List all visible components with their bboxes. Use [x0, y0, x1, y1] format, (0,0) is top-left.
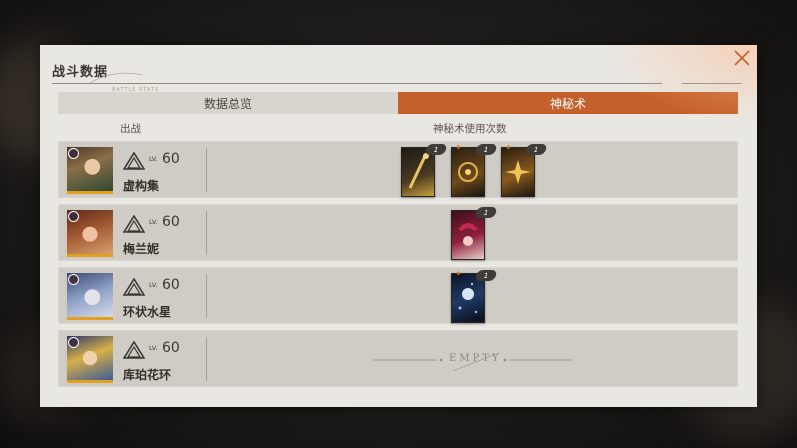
level-prefix: LV. — [149, 218, 158, 226]
tab-bar: 数据总览 神秘术 — [58, 92, 738, 114]
arcanum-card[interactable]: 1 — [451, 207, 498, 260]
tab-arcanum[interactable]: 神秘术 — [398, 92, 738, 114]
close-button[interactable] — [733, 49, 751, 67]
arcanum-card-art-icon — [458, 162, 478, 182]
level-value: 60 — [162, 340, 180, 356]
row-divider — [206, 274, 207, 318]
character-list: LV. 60 虚构集 1 ✦ 1 ✦ 1 LV. 60 梅兰妮 1 LV. 60… — [58, 141, 738, 393]
faction-badge-icon — [68, 337, 79, 348]
level-value: 60 — [162, 214, 180, 230]
character-portrait[interactable] — [67, 273, 113, 320]
empty-label: EMPTY — [449, 353, 502, 364]
character-portrait[interactable] — [67, 210, 113, 257]
row-divider — [206, 148, 207, 192]
character-row: LV. 60 虚构集 1 ✦ 1 ✦ 1 — [58, 141, 738, 198]
character-name: 虚构集 — [123, 179, 160, 193]
star-icon: ✦ — [455, 143, 462, 152]
character-name: 梅兰妮 — [123, 242, 160, 256]
arcanum-card-art-icon — [458, 283, 478, 314]
character-portrait[interactable] — [67, 147, 113, 194]
faction-badge-icon — [68, 211, 79, 222]
star-icon: ✦ — [505, 143, 512, 152]
tab-overview[interactable]: 数据总览 — [58, 92, 398, 114]
header-divider — [52, 83, 742, 84]
character-portrait[interactable] — [67, 336, 113, 383]
close-icon — [734, 50, 750, 66]
arcanum-card[interactable]: ✦ 1 — [451, 269, 498, 323]
empty-placeholder: EMPTY — [373, 349, 573, 373]
faction-badge-icon — [68, 274, 79, 285]
character-row: LV. 60 梅兰妮 1 — [58, 204, 738, 261]
arcanum-card-art-icon — [458, 223, 478, 246]
arcanum-card[interactable]: ✦ 1 — [451, 143, 498, 197]
character-row: LV. 60 库珀花环 EMPTY — [58, 330, 738, 387]
card-count-badge: 1 — [474, 207, 498, 218]
faction-badge-icon — [68, 148, 79, 159]
level-prefix: LV. — [149, 281, 158, 289]
card-count-badge: 1 — [474, 270, 498, 281]
character-name: 环状水星 — [123, 305, 172, 319]
arcanum-card-art-icon — [505, 160, 531, 184]
column-header-usage: 神秘术使用次数 — [433, 123, 507, 135]
character-row: LV. 60 环状水星 ✦ 1 — [58, 267, 738, 324]
insight-rank-icon — [123, 341, 145, 359]
column-header-deploy: 出战 — [120, 123, 141, 135]
card-count-badge: 1 — [524, 144, 548, 155]
row-divider — [206, 211, 207, 255]
arcanum-card-art-icon — [408, 153, 429, 189]
character-name: 库珀花环 — [123, 368, 172, 382]
insight-rank-icon — [123, 152, 145, 170]
insight-rank-icon — [123, 215, 145, 233]
arcanum-card[interactable]: ✦ 1 — [501, 143, 548, 197]
card-count-badge: 1 — [474, 144, 498, 155]
star-icon: ✦ — [455, 269, 462, 278]
card-count-badge: 1 — [424, 144, 448, 155]
title-swoosh-decoration — [89, 72, 144, 84]
level-value: 60 — [162, 277, 180, 293]
row-divider — [206, 337, 207, 381]
level-prefix: LV. — [149, 155, 158, 163]
insight-rank-icon — [123, 278, 145, 296]
panel-header: 战斗数据 BATTLE STATS — [52, 61, 158, 93]
battle-stats-panel: 战斗数据 BATTLE STATS 数据总览 神秘术 出战 神秘术使用次数 LV… — [40, 45, 757, 407]
header-divider-gap — [662, 83, 682, 84]
level-value: 60 — [162, 151, 180, 167]
level-prefix: LV. — [149, 344, 158, 352]
arcanum-card[interactable]: 1 — [401, 144, 448, 197]
